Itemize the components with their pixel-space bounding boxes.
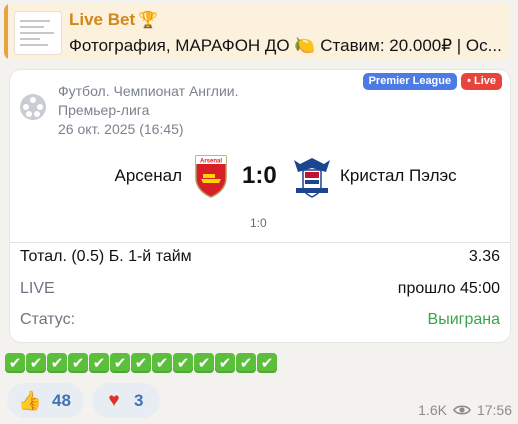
- heart-icon: ♥: [108, 389, 120, 411]
- checkmark-icon: ✔: [131, 353, 151, 373]
- soccer-ball-icon: [20, 94, 46, 120]
- reaction-heart[interactable]: ♥ 3: [92, 383, 160, 418]
- checkmark-icon: ✔: [68, 353, 88, 373]
- bet-odds: 3.36: [468, 248, 500, 265]
- live-badge: Live: [461, 73, 502, 90]
- message-footer: 1.6K 17:56: [418, 402, 512, 418]
- status-value: Выиграна: [427, 311, 500, 328]
- checkmark-icon: ✔: [47, 353, 67, 373]
- reply-preview[interactable]: Live Bet 🏆 Фотография, МАРАФОН ДО 🍋 Стави…: [4, 3, 510, 60]
- half-score: 1:0: [250, 216, 267, 230]
- checkmark-icon: ✔: [194, 353, 214, 373]
- checkmark-icon: ✔: [89, 353, 109, 373]
- checkmark-icon: ✔: [26, 353, 46, 373]
- message-time: 17:56: [476, 402, 512, 418]
- checkmark-icon: ✔: [5, 353, 25, 373]
- reaction-count-like: 48: [52, 390, 71, 410]
- reply-title: Live Bet 🏆: [69, 10, 158, 30]
- away-team-name: Кристал Пэлэс: [340, 166, 457, 185]
- reply-snippet: Фотография, МАРАФОН ДО 🍋 Ставим: 20.000₽…: [69, 36, 502, 55]
- reaction-count-heart: 3: [134, 390, 144, 410]
- league-badge: Premier League: [362, 73, 458, 90]
- match-meta: Футбол. Чемпионат Англии. Премьер-лига 2…: [58, 82, 239, 139]
- live-label: LIVE: [20, 280, 55, 297]
- checkmark-icon: ✔: [215, 353, 235, 373]
- checkmark-icon: ✔: [110, 353, 130, 373]
- elapsed-time: прошло 45:00: [397, 280, 500, 297]
- card-divider: [10, 242, 510, 243]
- bet-live-row: LIVE прошло 45:00: [20, 280, 500, 302]
- arsenal-crest-icon: Arsenal: [195, 155, 227, 198]
- thumbs-up-icon: 👍: [18, 390, 42, 412]
- match-card[interactable]: Футбол. Чемпионат Англии. Премьер-лига 2…: [9, 69, 511, 343]
- bet-market-row: Тотал. (0.5) Б. 1-й тайм 3.36: [20, 248, 500, 270]
- checkmark-icon: ✔: [257, 353, 277, 373]
- reaction-thumbs-up[interactable]: 👍 48: [7, 383, 84, 418]
- checkmark-icon: ✔: [173, 353, 193, 373]
- crest-text: Arsenal: [200, 159, 222, 165]
- trophy-icon: 🏆: [138, 12, 159, 29]
- checkmark-row: ✔ ✔ ✔ ✔ ✔ ✔ ✔ ✔ ✔ ✔ ✔ ✔ ✔: [5, 353, 277, 373]
- status-label: Статус:: [20, 311, 76, 328]
- home-team-name: Арсенал: [114, 166, 182, 185]
- bet-market: Тотал. (0.5) Б. 1-й тайм: [20, 248, 192, 265]
- match-badges: Premier League Live: [362, 73, 502, 90]
- checkmark-icon: ✔: [152, 353, 172, 373]
- crystal-palace-crest-icon: [294, 158, 330, 198]
- checkmark-icon: ✔: [236, 353, 256, 373]
- bet-status-row: Статус: Выиграна: [20, 311, 500, 333]
- league-name-line2: Премьер-лига: [58, 102, 150, 118]
- league-name-line1: Футбол. Чемпионат Англии.: [58, 83, 239, 99]
- reply-thumbnail: [14, 11, 62, 55]
- view-count: 1.6K: [418, 402, 447, 418]
- reply-accent-bar: [4, 3, 8, 60]
- match-score: 1:0: [242, 162, 277, 189]
- match-datetime: 26 окт. 2025 (16:45): [58, 121, 184, 137]
- reply-title-text: Live Bet: [69, 10, 136, 29]
- eye-icon: [453, 405, 471, 415]
